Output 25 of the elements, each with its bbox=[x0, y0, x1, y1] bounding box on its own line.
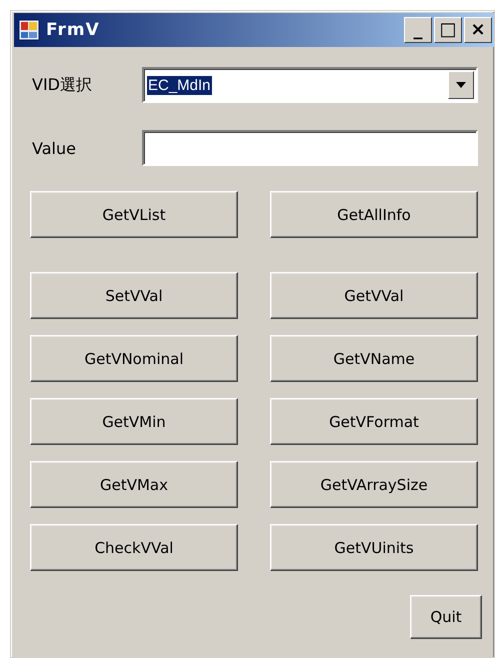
command-button[interactable]: GetAllInfo bbox=[270, 191, 478, 238]
close-button[interactable]: × bbox=[464, 17, 492, 43]
command-button[interactable]: GetVMin bbox=[30, 398, 238, 445]
command-button[interactable]: GetVVal bbox=[270, 272, 478, 319]
value-field[interactable] bbox=[142, 130, 478, 166]
command-button[interactable]: GetVName bbox=[270, 335, 478, 382]
command-button[interactable]: GetVNominal bbox=[30, 335, 238, 382]
command-button[interactable]: GetVArraySize bbox=[270, 461, 478, 508]
command-button[interactable]: GetVFormat bbox=[270, 398, 478, 445]
command-button[interactable]: GetVList bbox=[30, 191, 238, 238]
field-label: Value bbox=[32, 138, 77, 158]
window-title: FrmV bbox=[46, 20, 101, 40]
caret-icon bbox=[456, 82, 466, 88]
maximize-button[interactable]: □ bbox=[434, 17, 462, 43]
quit-button[interactable]: Quit bbox=[410, 595, 482, 639]
command-button[interactable]: CheckVVal bbox=[30, 524, 238, 571]
command-button[interactable]: SetVVal bbox=[30, 272, 238, 319]
vid-dropdown[interactable]: EC_MdIn bbox=[142, 67, 478, 103]
dropdown-arrow-button[interactable] bbox=[448, 71, 474, 99]
field-label: VID選択 bbox=[32, 74, 93, 96]
minimize-button[interactable]: _ bbox=[404, 17, 432, 43]
command-button[interactable]: GetVMax bbox=[30, 461, 238, 508]
selected-value: EC_MdIn bbox=[147, 76, 212, 94]
app-icon bbox=[18, 19, 40, 41]
command-button[interactable]: GetVUinits bbox=[270, 524, 478, 571]
